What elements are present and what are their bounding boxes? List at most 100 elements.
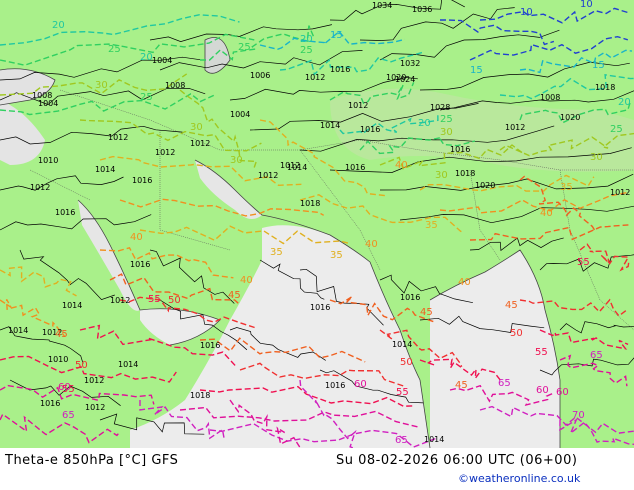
isobar-label: 1016 <box>400 293 420 302</box>
isobar-label: 1004 <box>152 56 172 65</box>
theta-e-label: 35 <box>425 220 438 231</box>
theta-e-label: 60 <box>536 385 549 396</box>
theta-e-label: 40 <box>240 275 253 286</box>
isobar-label: 1016 <box>130 260 150 269</box>
isobar-label: 1014 <box>62 301 82 310</box>
isobar-label: 1020 <box>560 113 580 122</box>
isobar-label: 1014 <box>8 326 28 335</box>
theta-e-label: 30 <box>95 80 108 91</box>
theta-e-label: 40 <box>540 208 553 219</box>
isobar-label: 1016 <box>200 341 220 350</box>
theta-e-label: 55 <box>396 387 409 398</box>
theta-e-label: 50 <box>510 328 523 339</box>
isobar-label: 1012 <box>190 139 210 148</box>
isobar-label: 1014 <box>320 121 340 130</box>
isobar-label: 1024 <box>395 75 415 84</box>
isobar-label: 1010 <box>38 156 58 165</box>
isobar-label: 1014 <box>95 165 115 174</box>
theta-e-label: 35 <box>270 247 283 258</box>
theta-e-label: 70 <box>572 410 585 421</box>
theta-e-label: 15 <box>470 65 483 76</box>
theta-e-label: 30 <box>590 152 603 163</box>
isobar-label: 1012 <box>84 376 104 385</box>
isobar-label: 1020 <box>475 181 495 190</box>
theta-e-label: 30 <box>230 155 243 166</box>
theta-e-label: 50 <box>400 357 413 368</box>
isobar-label: 1016 <box>310 303 330 312</box>
isobar-label: 1006 <box>250 71 270 80</box>
theta-e-label: 40 <box>130 232 143 243</box>
theta-e-label: 60 <box>556 387 569 398</box>
isobar-label: 1016 <box>132 176 152 185</box>
theta-e-label: 60 <box>58 382 71 393</box>
isobar-label: 1018 <box>455 169 475 178</box>
theta-e-label: 65 <box>62 410 75 421</box>
isobar-label: 1016 <box>360 125 380 134</box>
isobar-label: 1012 <box>610 188 630 197</box>
isobar-label: 1012 <box>280 161 300 170</box>
theta-e-label: 40 <box>458 277 471 288</box>
theta-e-label: 20 <box>300 34 313 45</box>
isobar-label: 1008 <box>540 93 560 102</box>
theta-e-label: 10 <box>580 0 593 10</box>
isobar-label: 1016 <box>330 65 350 74</box>
weather-map: 1004 1008 1006 1004 1012 1008 1004 1012 1010 1012… <box>0 0 634 448</box>
theta-e-label: 60 <box>354 379 367 390</box>
theta-e-label: 35 <box>560 182 573 193</box>
theta-e-label: 30 <box>440 127 453 138</box>
isobar-label: 1012 <box>305 73 325 82</box>
theta-e-label: 25 <box>238 42 251 53</box>
theta-e-label: 45 <box>455 380 468 391</box>
theta-e-label: 20 <box>418 118 431 129</box>
isobar-label: 1012 <box>155 148 175 157</box>
theta-e-label: 50 <box>168 295 181 306</box>
isobar-label: 1032 <box>400 59 420 68</box>
theta-e-label: 65 <box>498 378 511 389</box>
theta-e-label: 30 <box>190 122 203 133</box>
theta-e-label: 45 <box>228 290 241 301</box>
isobar-label: 1004 <box>230 110 250 119</box>
isobar-label: 1016 <box>450 145 470 154</box>
isobar-label: 1010 <box>48 355 68 364</box>
theta-e-label: 40 <box>365 239 378 250</box>
isobar-label: 1016 <box>55 208 75 217</box>
isobar-label: 1014 <box>118 360 138 369</box>
theta-e-label: 10 <box>520 7 533 18</box>
theta-e-label: 40 <box>395 160 408 171</box>
theta-e-label: 20 <box>52 20 65 31</box>
isobar-label: 1008 <box>165 81 185 90</box>
parameter-title: Theta-e 850hPa [°C] GFS <box>5 453 179 468</box>
isobar-label: 1034 <box>372 1 392 10</box>
isobar-label: 1012 <box>505 123 525 132</box>
isobar-label: 1004 <box>38 99 58 108</box>
isobar-label: 1012 <box>258 171 278 180</box>
theta-e-label: 15 <box>592 60 605 71</box>
isobar-label: 1018 <box>595 83 615 92</box>
theta-e-label: 35 <box>330 250 343 261</box>
isobar-label: 1012 <box>108 133 128 142</box>
theta-e-label: 30 <box>435 170 448 181</box>
map-canvas: 1004100810061004101210081004101210101012… <box>0 0 634 448</box>
isobar-label: 1012 <box>348 101 368 110</box>
theta-e-label: 45 <box>505 300 518 311</box>
isobar-label: 1016 <box>345 163 365 172</box>
theta-e-label: 25 <box>440 114 453 125</box>
theta-e-label: 25 <box>108 44 121 55</box>
isobar-label: 1016 <box>40 399 60 408</box>
isobar-label: 1012 <box>110 296 130 305</box>
theta-e-label: 25 <box>140 92 153 103</box>
isobar-label: 1012 <box>30 183 50 192</box>
map-footer: Theta-e 850hPa [°C] GFS Su 08-02-2026 06… <box>0 448 634 490</box>
theta-e-label: 45 <box>55 329 68 340</box>
site-credit: ©weatheronline.co.uk <box>458 472 581 485</box>
theta-e-label: 20 <box>140 52 153 63</box>
isobar-label: 1014 <box>424 435 444 444</box>
theta-e-label: 65 <box>395 435 408 446</box>
theta-e-label: 55 <box>535 347 548 358</box>
theta-e-label: 20 <box>618 97 631 108</box>
isobar-label: 1012 <box>85 403 105 412</box>
isobar-label: 1018 <box>300 199 320 208</box>
isobar-label: 1014 <box>392 340 412 349</box>
theta-e-label: 45 <box>420 307 433 318</box>
isobar-label: 1018 <box>190 391 210 400</box>
